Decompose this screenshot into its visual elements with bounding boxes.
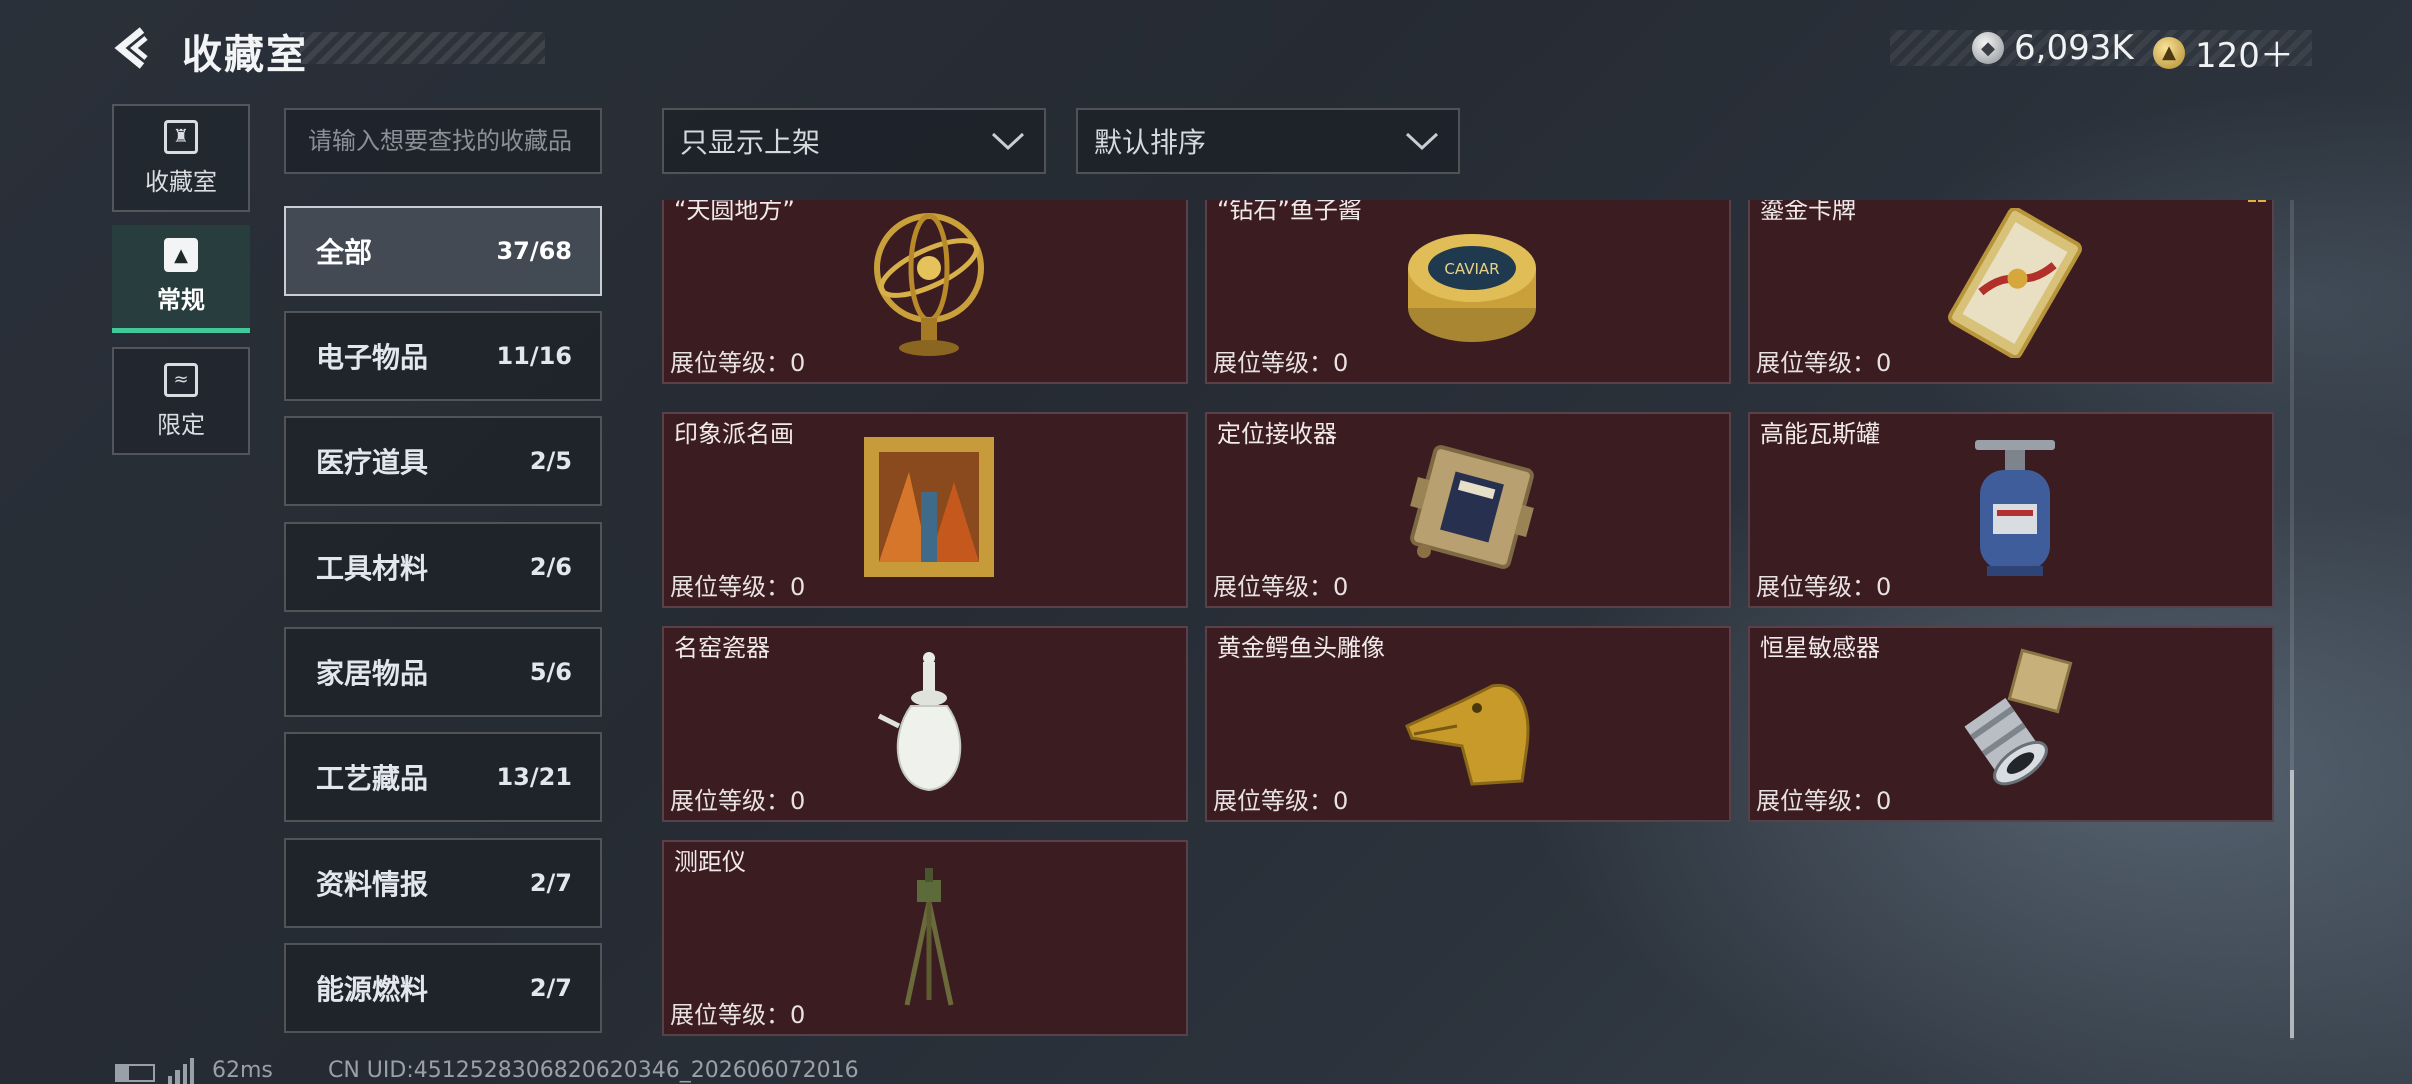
rangefinder-icon	[904, 868, 954, 1006]
search-input[interactable]	[286, 110, 600, 172]
collection-item-star-sensor[interactable]: 恒星敏感器 展位等级：0	[1748, 626, 2274, 822]
booth-level: 展位等级：0	[670, 573, 806, 601]
title-stripe-decoration	[300, 32, 545, 64]
nav-regular[interactable]: ▲ 常规	[112, 225, 250, 333]
collection-item-gilded-card[interactable]: 鎏金卡牌 展位等级：0	[1748, 200, 2274, 384]
display-filter-label: 只显示上架	[680, 126, 821, 159]
regular-card-icon: ▲	[164, 238, 198, 272]
collection-grid: “天圆地方” 展位等级：0 CAVIAR “钻石”鱼子酱 展位等级：0 鎏金卡牌…	[662, 200, 2274, 1040]
signal-icon	[168, 1056, 194, 1084]
collection-item-gas-canister[interactable]: 高能瓦斯罐 展位等级：0	[1748, 412, 2274, 608]
category-household[interactable]: 家居物品 5/6	[284, 627, 602, 717]
item-name: 测距仪	[674, 848, 746, 876]
silver-currency[interactable]: ◆ 6,093K	[1972, 28, 2134, 68]
item-name: “天圆地方”	[674, 200, 795, 224]
nav-limited-label: 限定	[157, 410, 205, 439]
back-button[interactable]	[110, 24, 158, 72]
item-name: 鎏金卡牌	[1760, 200, 1856, 224]
svg-text:CAVIAR: CAVIAR	[1444, 260, 1499, 278]
category-label: 电子物品	[316, 341, 429, 374]
booth-level: 展位等级：0	[1213, 573, 1349, 601]
silver-currency-value: 6,093K	[2014, 28, 2134, 68]
collection-item-porcelain[interactable]: 名窑瓷器 展位等级：0	[662, 626, 1188, 822]
gold-crocodile-icon	[1405, 683, 1530, 786]
silver-coin-icon: ◆	[1972, 32, 2004, 64]
porcelain-vase-icon	[877, 652, 962, 792]
collection-item-painting[interactable]: 印象派名画 展位等级：0	[662, 412, 1188, 608]
player-uid: CN UID:4512528306820620346_202606072016	[328, 1058, 859, 1083]
gas-canister-icon	[1975, 440, 2055, 576]
gold-currency-value: 120＋	[2195, 36, 2294, 76]
chevron-down-icon	[991, 132, 1025, 151]
category-all[interactable]: 全部 37/68	[284, 206, 602, 296]
back-arrow-icon	[114, 27, 148, 69]
category-intel[interactable]: 资料情报 2/7	[284, 838, 602, 928]
booth-level: 展位等级：0	[670, 349, 806, 377]
page-title: 收藏室	[182, 32, 308, 78]
nav-limited[interactable]: ≈ 限定	[112, 347, 250, 455]
item-name: 黄金鳄鱼头雕像	[1217, 634, 1385, 662]
category-tools[interactable]: 工具材料 2/6	[284, 522, 602, 612]
trophy-icon: ♜	[164, 119, 198, 154]
category-label: 工具材料	[316, 552, 429, 585]
category-count: 37/68	[496, 237, 572, 265]
nav-collection-room[interactable]: ♜ 收藏室	[112, 104, 250, 212]
item-name: 定位接收器	[1217, 420, 1337, 448]
category-label: 全部	[316, 236, 373, 269]
item-name: 恒星敏感器	[1760, 634, 1880, 662]
category-crafts[interactable]: 工艺藏品 13/21	[284, 732, 602, 822]
booth-level: 展位等级：0	[1756, 787, 1892, 815]
category-label: 家居物品	[316, 657, 429, 690]
category-count: 2/5	[529, 447, 572, 475]
ping-value: 62ms	[212, 1058, 273, 1083]
category-label: 资料情报	[316, 868, 429, 901]
framed-painting-icon	[864, 437, 994, 577]
gold-currency[interactable]: ▲ 120＋	[2153, 28, 2294, 77]
collection-item-gold-crocodile[interactable]: 黄金鳄鱼头雕像 展位等级：0	[1205, 626, 1731, 822]
category-count: 5/6	[529, 658, 572, 686]
category-count: 2/7	[529, 974, 572, 1002]
chevron-down-icon	[1405, 132, 1439, 151]
category-count: 2/6	[529, 553, 572, 581]
item-name: 名窑瓷器	[674, 634, 770, 662]
booth-level: 展位等级：0	[1756, 573, 1892, 601]
booth-level: 展位等级：0	[1213, 787, 1349, 815]
booth-level: 展位等级：0	[1213, 349, 1349, 377]
receiver-device-icon	[1410, 445, 1534, 569]
item-name: 印象派名画	[674, 420, 794, 448]
star-sensor-icon	[1964, 648, 2073, 786]
sort-label: 默认排序	[1094, 126, 1207, 159]
collection-item-caviar[interactable]: CAVIAR “钻石”鱼子酱 展位等级：0	[1205, 200, 1731, 384]
caviar-tin-icon: CAVIAR	[1408, 234, 1536, 342]
category-label: 医疗道具	[316, 446, 429, 479]
collection-badge-icon	[2248, 200, 2266, 202]
search-box[interactable]	[284, 108, 602, 174]
battery-icon	[115, 1064, 155, 1082]
armillary-sphere-icon	[874, 213, 984, 356]
category-label: 能源燃料	[316, 973, 429, 1006]
collection-item-rangefinder[interactable]: 测距仪 展位等级：0	[662, 840, 1188, 1036]
sort-dropdown[interactable]: 默认排序	[1076, 108, 1460, 174]
display-filter-dropdown[interactable]: 只显示上架	[662, 108, 1046, 174]
booth-level: 展位等级：0	[1756, 349, 1892, 377]
gilded-card-icon	[1948, 208, 2082, 358]
category-electronics[interactable]: 电子物品 11/16	[284, 311, 602, 401]
category-count: 13/21	[496, 763, 572, 791]
collection-item-armillary[interactable]: “天圆地方” 展位等级：0	[662, 200, 1188, 384]
category-label: 工艺藏品	[316, 762, 429, 795]
item-name: “钻石”鱼子酱	[1217, 200, 1362, 224]
category-count: 2/7	[529, 869, 572, 897]
category-medical[interactable]: 医疗道具 2/5	[284, 416, 602, 506]
booth-level: 展位等级：0	[670, 1001, 806, 1029]
nav-regular-label: 常规	[157, 286, 205, 314]
item-name: 高能瓦斯罐	[1760, 420, 1880, 448]
category-energy[interactable]: 能源燃料 2/7	[284, 943, 602, 1033]
booth-level: 展位等级：0	[670, 787, 806, 815]
limited-picture-icon: ≈	[164, 362, 198, 397]
gold-coin-icon: ▲	[2153, 36, 2185, 69]
category-count: 11/16	[496, 342, 572, 370]
nav-collection-label: 收藏室	[145, 167, 217, 196]
grid-scrollbar-thumb[interactable]	[2290, 770, 2294, 1038]
collection-item-receiver[interactable]: 定位接收器 展位等级：0	[1205, 412, 1731, 608]
